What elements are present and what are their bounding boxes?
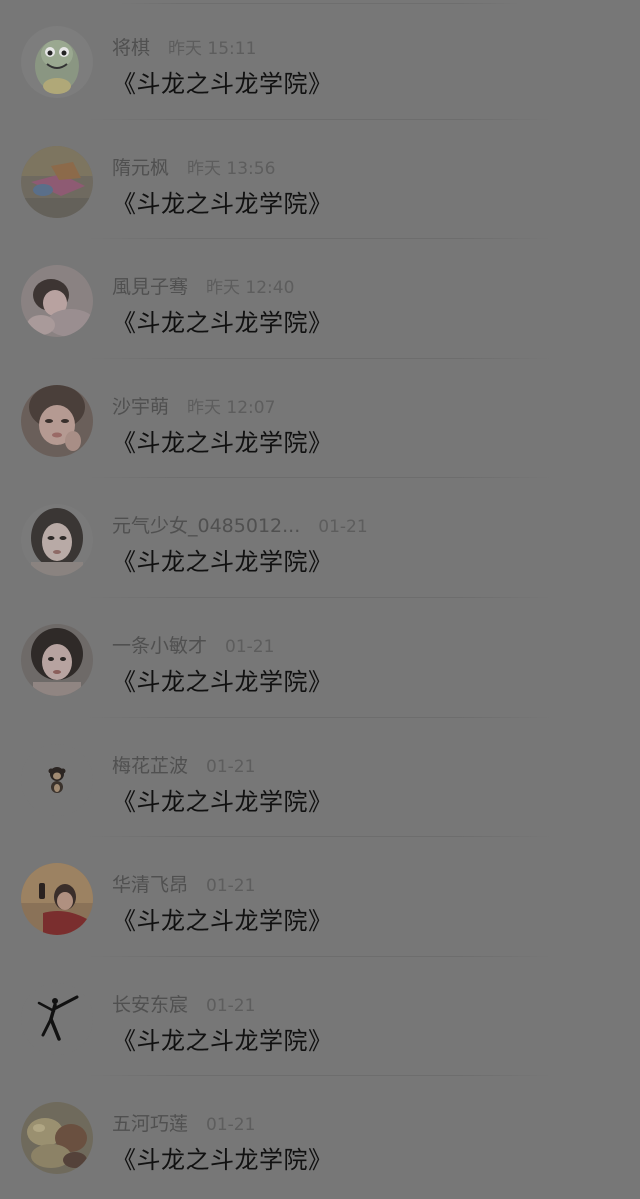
message-time: 昨天 15:11 [168,39,257,59]
list-item[interactable]: 隋元枫 昨天 13:56 《斗龙之斗龙学院》 [0,120,640,240]
list-item[interactable]: 梅花芷波 01-21 《斗龙之斗龙学院》 [0,718,640,838]
message-time: 昨天 12:07 [187,397,276,418]
message-time: 01-21 [206,995,256,1016]
avatar[interactable] [21,1102,93,1175]
sender-name[interactable]: 五河巧莲 [112,1109,188,1136]
message-time: 01-21 [206,876,256,897]
message-title[interactable]: 《斗龙之斗龙学院》 [112,1140,333,1175]
list-item[interactable]: 風見子骞 昨天 12:40 《斗龙之斗龙学院》 [0,239,640,359]
message-meta: 隋元枫 昨天 13:56 [112,153,276,180]
taekwondo-figure-avatar-icon [21,982,93,1055]
cartoon-avatar-icon [21,26,93,98]
avatar[interactable] [21,26,93,98]
message-meta: 沙宇萌 昨天 12:07 [112,392,276,419]
sender-name[interactable]: 华清飞昂 [112,870,188,897]
message-meta: 华清飞昂 01-21 [112,870,256,897]
list-item[interactable]: 沙宇萌 昨天 12:07 《斗龙之斗龙学院》 [0,359,640,479]
sender-name[interactable]: 长安东宸 [112,990,188,1017]
sender-name[interactable]: 隋元枫 [112,153,169,180]
message-title[interactable]: 《斗龙之斗龙学院》 [112,1021,333,1056]
person-avatar-icon [21,863,93,936]
avatar[interactable] [21,384,93,457]
message-list-page: 将棋 昨天 15:11 《斗龙之斗龙学院》 隋元枫 昨天 13:56 《斗龙之斗… [0,0,640,1199]
sender-name[interactable]: 元气少女_0485012... [112,511,300,538]
sender-name[interactable]: 一条小敏才 [112,631,207,658]
list-item[interactable]: 将棋 昨天 15:11 《斗龙之斗龙学院》 [0,0,640,120]
food-photo-avatar-icon [21,1102,93,1175]
message-meta: 将棋 昨天 15:11 [112,33,257,60]
person-avatar-icon [21,265,93,338]
person-avatar-icon [21,623,93,696]
sender-name[interactable]: 沙宇萌 [112,392,169,419]
message-time: 昨天 13:56 [187,158,276,179]
sender-name[interactable]: 将棋 [112,33,150,60]
message-meta: 五河巧莲 01-21 [112,1109,256,1136]
message-meta: 風見子骞 昨天 12:40 [112,272,295,299]
message-title[interactable]: 《斗龙之斗龙学院》 [112,303,333,338]
list-item[interactable]: 元气少女_0485012... 01-21 《斗龙之斗龙学院》 [0,478,640,598]
message-meta: 梅花芷波 01-21 [112,751,256,778]
avatar[interactable] [21,504,93,577]
message-time: 01-21 [206,756,256,777]
avatar[interactable] [21,982,93,1055]
avatar[interactable] [21,265,93,338]
person-avatar-icon [21,504,93,577]
message-time: 昨天 12:40 [206,278,295,299]
message-title[interactable]: 《斗龙之斗龙学院》 [112,64,333,99]
message-title[interactable]: 《斗龙之斗龙学院》 [112,782,333,817]
message-time: 01-21 [318,517,368,538]
avatar[interactable] [21,145,93,218]
avatar[interactable] [21,863,93,936]
avatar[interactable] [21,743,93,816]
message-title[interactable]: 《斗龙之斗龙学院》 [112,542,333,577]
person-avatar-icon [21,384,93,457]
message-title[interactable]: 《斗龙之斗龙学院》 [112,423,333,458]
list-item[interactable]: 五河巧莲 01-21 《斗龙之斗龙学院》 [0,1076,640,1196]
message-time: 01-21 [206,1115,256,1136]
message-title[interactable]: 《斗龙之斗龙学院》 [112,662,333,697]
sender-name[interactable]: 梅花芷波 [112,751,188,778]
avatar[interactable] [21,623,93,696]
list-item[interactable]: 华清飞昂 01-21 《斗龙之斗龙学院》 [0,837,640,957]
list-item[interactable]: 长安东宸 01-21 《斗龙之斗龙学院》 [0,957,640,1077]
sender-name[interactable]: 風見子骞 [112,272,188,299]
message-title[interactable]: 《斗龙之斗龙学院》 [112,184,333,219]
message-meta: 长安东宸 01-21 [112,990,256,1017]
message-meta: 元气少女_0485012... 01-21 [112,511,368,538]
message-title[interactable]: 《斗龙之斗龙学院》 [112,901,333,936]
monkey-avatar-icon [21,743,93,816]
game-character-avatar-icon [21,145,93,218]
message-meta: 一条小敏才 01-21 [112,631,275,658]
message-time: 01-21 [225,636,275,657]
list-item[interactable]: 一条小敏才 01-21 《斗龙之斗龙学院》 [0,598,640,718]
